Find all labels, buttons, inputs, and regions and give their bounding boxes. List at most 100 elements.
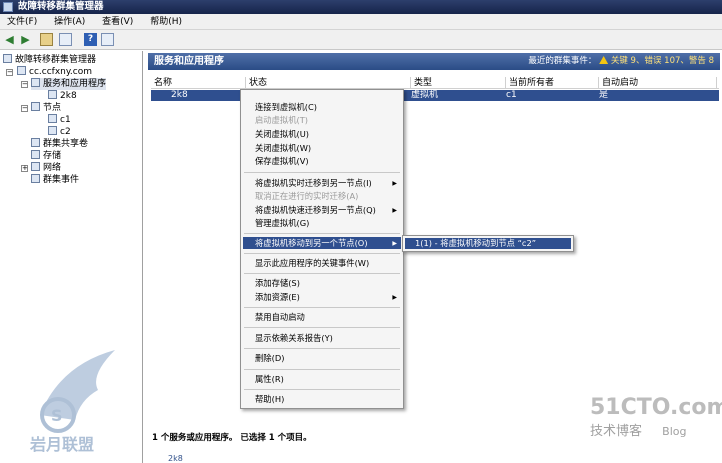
- nodes-icon: [31, 102, 40, 111]
- cluster-manager-icon: [3, 2, 13, 12]
- tree-node-c2[interactable]: c2: [48, 126, 71, 138]
- menu-file[interactable]: 文件(F): [0, 14, 44, 30]
- menu-separator: [244, 273, 400, 274]
- move-vm-submenu: 1(1) - 将虚拟机移动到节点 “c2”: [402, 235, 574, 252]
- menu-view[interactable]: 查看(V): [95, 14, 140, 30]
- menu-separator: [244, 327, 400, 328]
- menubar: 文件(F) 操作(A) 查看(V) 帮助(H): [0, 14, 722, 30]
- bottom-item[interactable]: 2k8: [168, 454, 183, 463]
- network-icon: [31, 162, 40, 171]
- context-menu: 连接到虚拟机(C) 启动虚拟机(T) 关闭虚拟机(U) 关闭虚拟机(W) 保存虚…: [240, 89, 404, 409]
- row-autostart: 是: [599, 90, 609, 100]
- menu-item-critical-events[interactable]: 显示此应用程序的关键事件(W): [255, 258, 369, 269]
- events-icon: [31, 174, 40, 183]
- shared-volume-icon: [31, 138, 40, 147]
- row-type: 虚拟机: [411, 90, 439, 100]
- tree-node-c1[interactable]: c1: [48, 114, 71, 126]
- expand-icon[interactable]: +: [21, 165, 28, 172]
- menu-item-live-migrate[interactable]: 将虚拟机实时迁移到另一节点(I): [255, 178, 372, 189]
- tree-cluster-events[interactable]: 群集事件: [31, 174, 79, 186]
- panel-title: 服务和应用程序: [154, 56, 224, 67]
- recent-events-links[interactable]: 关键 9、错误 107、警告 8: [611, 56, 714, 66]
- warning-icon: [599, 56, 609, 64]
- help-icon[interactable]: ?: [84, 33, 97, 46]
- tree-cluster[interactable]: cc.ccfxny.com: [17, 66, 92, 78]
- menu-separator: [244, 389, 400, 390]
- column-owner[interactable]: 当前所有者: [506, 77, 599, 89]
- menu-item-start: 启动虚拟机(T): [255, 115, 309, 125]
- menu-item-shutdown[interactable]: 关闭虚拟机(U): [255, 129, 309, 140]
- menu-item-dependency-report[interactable]: 显示依赖关系报告(Y): [255, 333, 333, 344]
- submenu-arrow-icon: ▶: [392, 180, 397, 187]
- window-title: 故障转移群集管理器: [18, 1, 104, 12]
- menu-item-add-storage[interactable]: 添加存储(S): [255, 278, 300, 289]
- row-owner: c1: [506, 90, 517, 100]
- submenu-item-move-to-c2[interactable]: 1(1) - 将虚拟机移动到节点 “c2”: [405, 238, 571, 249]
- watermark-logo-left: S 岩月联盟: [29, 350, 115, 454]
- recent-events: 最近的群集事件： 关键 9、错误 107、警告 8: [528, 53, 714, 70]
- menu-item-turn-off[interactable]: 关闭虚拟机(W): [255, 143, 311, 154]
- table-row[interactable]: 2k8 ● 联机 虚拟机 c1 是: [151, 90, 719, 101]
- collapse-icon[interactable]: −: [6, 69, 13, 76]
- submenu-arrow-icon: ▶: [392, 294, 397, 301]
- forward-icon[interactable]: ▶: [19, 33, 32, 46]
- tree-shared-volumes[interactable]: 群集共享卷: [31, 138, 88, 150]
- menu-item-properties[interactable]: 属性(R): [255, 374, 284, 385]
- storage-icon: [31, 150, 40, 159]
- menu-item-move-vm[interactable]: 将虚拟机移动到另一个节点(O): [255, 238, 368, 249]
- recent-events-label: 最近的群集事件：: [528, 56, 597, 66]
- menu-help[interactable]: 帮助(H): [143, 14, 189, 30]
- menu-separator: [244, 348, 400, 349]
- menu-item-delete[interactable]: 删除(D): [255, 353, 284, 364]
- menu-item-disable-autostart[interactable]: 禁用自动启动: [255, 312, 305, 323]
- cluster-manager-icon: [3, 54, 12, 63]
- column-headers: 名称 状态 类型 当前所有者 自动启动: [151, 77, 719, 89]
- menu-action[interactable]: 操作(A): [47, 14, 92, 30]
- toolbar: ◀ ▶ ?: [0, 30, 722, 50]
- action-pane-icon[interactable]: [101, 33, 114, 46]
- collapse-icon[interactable]: −: [21, 81, 28, 88]
- watermark-brand: 51CTO.com: [590, 395, 722, 420]
- status-text: 1 个服务或应用程序。 已选择 1 个项目。: [152, 433, 312, 443]
- tree-storage[interactable]: 存储: [31, 150, 61, 162]
- menu-separator: [244, 253, 400, 254]
- menu-item-save[interactable]: 保存虚拟机(V): [255, 156, 309, 167]
- menu-separator: [244, 233, 400, 234]
- menu-separator: [244, 369, 400, 370]
- menu-item-quick-migrate[interactable]: 将虚拟机快速迁移到另一节点(Q): [255, 205, 376, 216]
- menu-separator: [244, 172, 400, 173]
- services-icon: [31, 78, 40, 87]
- window-titlebar: 故障转移群集管理器: [0, 0, 722, 14]
- panel-header: 服务和应用程序 最近的群集事件： 关键 9、错误 107、警告 8: [148, 53, 720, 70]
- column-status[interactable]: 状态: [246, 77, 411, 89]
- submenu-arrow-icon: ▶: [392, 207, 397, 214]
- column-name[interactable]: 名称: [151, 77, 246, 89]
- svg-text:S: S: [51, 406, 63, 425]
- menu-separator: [244, 307, 400, 308]
- watermark-subtitle: 技术博客 Blog: [590, 424, 687, 439]
- up-folder-icon[interactable]: [40, 33, 53, 46]
- menu-item-help[interactable]: 帮助(H): [255, 394, 284, 405]
- menu-item-cancel-migration: 取消正在进行的实时迁移(A): [255, 191, 359, 201]
- virtual-machine-icon: [48, 90, 57, 99]
- column-autostart[interactable]: 自动启动: [599, 77, 717, 89]
- tree-nodes[interactable]: 节点: [31, 102, 61, 114]
- back-icon[interactable]: ◀: [3, 33, 16, 46]
- watermark-right: 51CTO.com 技术博客 Blog: [590, 395, 722, 439]
- column-type[interactable]: 类型: [411, 77, 506, 89]
- menu-item-add-resource[interactable]: 添加资源(E): [255, 292, 300, 303]
- tree-services-apps[interactable]: 服务和应用程序: [31, 78, 107, 90]
- svg-text:岩月联盟: 岩月联盟: [29, 435, 94, 454]
- tree-service-2k8[interactable]: 2k8: [48, 90, 77, 102]
- cluster-icon: [17, 66, 26, 75]
- server-icon: [48, 126, 57, 135]
- server-icon: [48, 114, 57, 123]
- collapse-icon[interactable]: −: [21, 105, 28, 112]
- show-hide-tree-icon[interactable]: [59, 33, 72, 46]
- tree-root[interactable]: 故障转移群集管理器: [3, 54, 96, 66]
- tree-networks[interactable]: 网络: [31, 162, 61, 174]
- menu-item-manage-vm[interactable]: 管理虚拟机(G): [255, 218, 309, 229]
- menu-item-connect[interactable]: 连接到虚拟机(C): [255, 102, 317, 113]
- row-name: 2k8: [171, 90, 188, 100]
- submenu-arrow-icon: ▶: [392, 240, 397, 247]
